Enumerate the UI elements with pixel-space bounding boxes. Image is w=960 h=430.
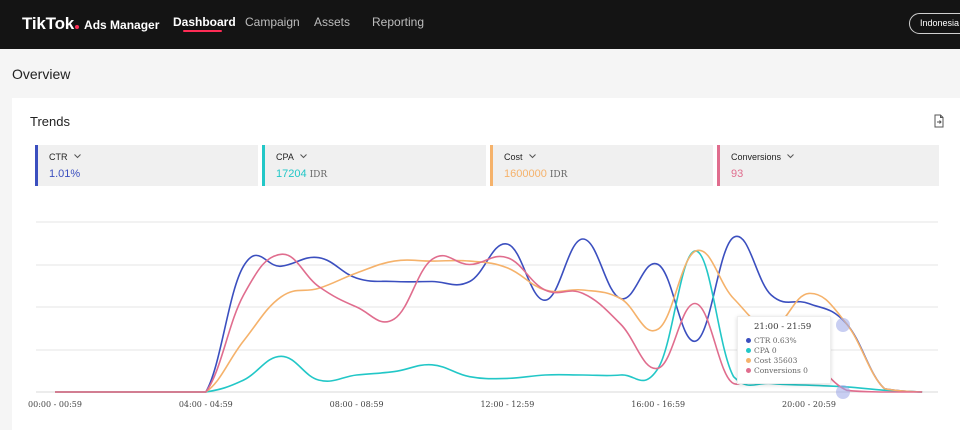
hover-marker-ctr	[836, 318, 850, 332]
metric-value: 1.01%	[49, 168, 81, 180]
metric-name: CPA	[276, 152, 294, 162]
metric-name-row: Conversions	[731, 152, 794, 162]
metric-value: 17204	[276, 168, 307, 180]
metric-name: CTR	[49, 152, 68, 162]
series-dot-icon	[746, 348, 751, 353]
metric-card-cost[interactable]: Cost 1600000 IDR	[490, 145, 713, 186]
series-dot-icon	[746, 358, 751, 363]
card-title: Trends	[30, 114, 70, 129]
tooltip-row-text: Conversions 0	[754, 366, 808, 375]
top-navigation-bar: TikTok Ads Manager Dashboard Campaign As…	[0, 0, 960, 49]
x-tick-label: 16:00 - 16:59	[631, 400, 685, 409]
x-tick-label: 08:00 - 08:59	[330, 400, 384, 409]
hover-marker-baseline	[836, 385, 850, 399]
metric-value: 1600000	[504, 168, 547, 180]
nav-tab-campaign[interactable]: Campaign	[245, 0, 300, 49]
x-tick-label: 20:00 - 20:59	[782, 400, 836, 409]
metric-name: Cost	[504, 152, 523, 162]
tooltip-row-cost: Cost 35603	[746, 356, 798, 365]
metric-value-row: 93	[731, 168, 743, 180]
nav-tab-assets[interactable]: Assets	[314, 0, 350, 49]
metric-card-ctr[interactable]: CTR 1.01%	[35, 145, 258, 186]
tooltip-row-conversions: Conversions 0	[746, 366, 808, 375]
logo-dot-icon	[75, 25, 80, 29]
metric-card-conversions[interactable]: Conversions 93	[717, 145, 939, 186]
region-selector[interactable]: Indonesia	[909, 13, 960, 34]
x-tick-label: 12:00 - 12:59	[480, 400, 534, 409]
tooltip-title: 21:00 - 21:59	[754, 322, 812, 332]
x-tick-label: 00:00 - 00:59	[28, 400, 82, 409]
metric-value-row: 1600000 IDR	[504, 168, 567, 180]
logo-wordmark: TikTok	[22, 14, 75, 33]
tooltip-row-text: CPA 0	[754, 346, 777, 355]
active-tab-indicator	[183, 30, 222, 32]
tiktok-ads-logo[interactable]: TikTok Ads Manager	[22, 14, 159, 34]
chart-tooltip: 21:00 - 21:59 CTR 0.63% CPA 0 Cost 35603…	[737, 316, 831, 384]
tooltip-row-cpa: CPA 0	[746, 346, 777, 355]
tooltip-row-text: CTR 0.63%	[754, 336, 797, 345]
nav-tab-dashboard[interactable]: Dashboard	[173, 0, 236, 49]
page-title: Overview	[12, 66, 71, 82]
metric-name: Conversions	[731, 152, 782, 162]
chevron-down-icon	[299, 154, 307, 159]
metric-value-row: 17204 IDR	[276, 168, 327, 180]
nav-tab-reporting[interactable]: Reporting	[372, 0, 424, 49]
metric-value-row: 1.01%	[49, 168, 80, 180]
nav-tab-label: Campaign	[245, 15, 300, 29]
tooltip-row-ctr: CTR 0.63%	[746, 336, 797, 345]
nav-tab-label: Reporting	[372, 15, 425, 29]
series-dot-icon	[746, 338, 751, 343]
series-dot-icon	[746, 368, 751, 373]
export-report-icon[interactable]	[932, 114, 946, 128]
metric-name-row: CTR	[49, 152, 81, 162]
nav-tab-label: Assets	[314, 15, 351, 29]
metric-value: 93	[731, 168, 744, 180]
tooltip-row-text: Cost 35603	[754, 356, 798, 365]
chevron-down-icon	[528, 154, 536, 159]
metric-unit: IDR	[309, 170, 328, 180]
metric-unit: IDR	[549, 170, 568, 180]
metric-name-row: Cost	[504, 152, 536, 162]
nav-tab-label: Dashboard	[173, 15, 236, 29]
chart-x-axis: 00:00 - 00:59 04:00 - 04:59 08:00 - 08:59 1…	[28, 400, 836, 409]
metric-card-cpa[interactable]: CPA 17204 IDR	[262, 145, 486, 186]
logo-product-name: Ads Manager	[84, 18, 160, 32]
metric-name-row: CPA	[276, 152, 307, 162]
x-tick-label: 04:00 - 04:59	[179, 400, 233, 409]
chevron-down-icon	[787, 154, 794, 159]
chevron-down-icon	[73, 154, 81, 159]
